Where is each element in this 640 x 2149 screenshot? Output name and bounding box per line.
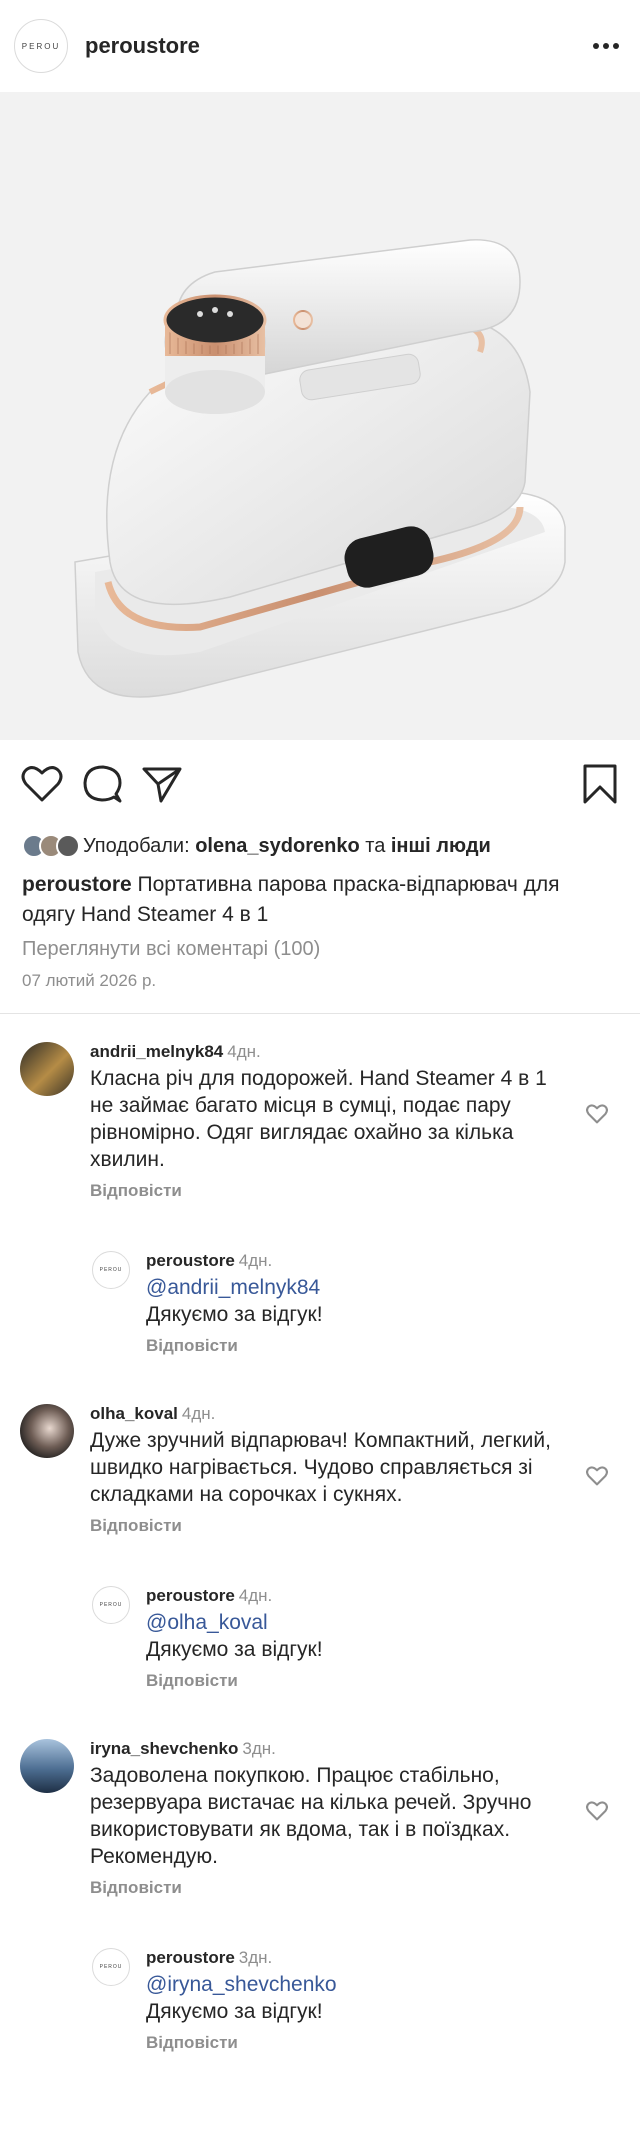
comment: andrii_melnyk84 4дн. Класна річ для подор… (0, 1042, 640, 1201)
comment-time: 4дн. (238, 1586, 273, 1605)
post-date: 07 лютий 2026 р. (22, 971, 157, 990)
heart-icon[interactable] (20, 762, 64, 806)
steamer-illustration (74, 239, 566, 698)
comment-bubble-icon[interactable] (80, 762, 124, 806)
liker-avatars[interactable] (22, 834, 80, 858)
heart-icon[interactable] (586, 1466, 610, 1490)
avatar (56, 834, 80, 858)
comment-time: 4дн. (181, 1404, 216, 1423)
store-avatar[interactable]: PEROU (92, 1251, 130, 1289)
mention-link[interactable]: @andrii_melnyk84 (146, 1276, 320, 1299)
heart-icon[interactable] (586, 1104, 610, 1128)
comment-text: @iryna_shevchenko Дякуємо за відгук! (146, 1971, 570, 2025)
mention-link[interactable]: @iryna_shevchenko (146, 1973, 337, 1996)
comment-username[interactable]: peroustore (146, 1948, 235, 1967)
comment-time: 3дн. (242, 1739, 276, 1758)
post-actions (0, 740, 640, 828)
comment-time: 3дн. (238, 1948, 273, 1967)
likes-conjunction: та (359, 834, 391, 857)
view-all-comments-link[interactable]: Переглянути всі коментарі (100) (0, 930, 640, 961)
comment-text: Задоволена покупкою. Працює стабільно, р… (90, 1764, 532, 1868)
reply-text: Дякуємо за відгук! (146, 2000, 323, 2023)
reply-button[interactable]: Відповісти (146, 2033, 238, 2053)
reply-button[interactable]: Відповісти (90, 1878, 182, 1898)
reply-comment: PEROU peroustore 3дн. @iryna_shevchenko Дя… (0, 1948, 640, 2053)
comment-username[interactable]: iryna_shevchenko (90, 1739, 238, 1758)
mention-link[interactable]: @olha_koval (146, 1611, 268, 1634)
comment-text: Класна річ для подорожей. Hand Steamer 4… (90, 1067, 547, 1171)
post-header: PEROU peroustore (0, 0, 640, 92)
comment-text: @andrii_melnyk84 Дякуємо за відгук! (146, 1274, 570, 1328)
reply-text: Дякуємо за відгук! (146, 1303, 323, 1326)
likes-summary: Уподобали: olena_sydorenko та інші люди (0, 828, 640, 864)
likes-prefix: Уподобали: (83, 834, 196, 857)
likes-others-link[interactable]: інші люди (391, 835, 491, 857)
reply-button[interactable]: Відповісти (146, 1336, 238, 1356)
paper-plane-icon[interactable] (140, 762, 184, 806)
reply-button[interactable]: Відповісти (90, 1181, 182, 1201)
store-avatar[interactable]: PEROU (92, 1586, 130, 1624)
reply-text: Дякуємо за відгук! (146, 1638, 323, 1661)
divider (0, 1013, 640, 1014)
store-avatar[interactable]: PEROU (14, 19, 68, 73)
post-image[interactable] (0, 92, 640, 740)
comment: iryna_shevchenko 3дн. Задоволена покупкою… (0, 1739, 640, 1898)
comment-text: Дуже зручний відпарювач! Компактний, лег… (90, 1429, 551, 1506)
comment-time: 4дн. (227, 1042, 261, 1061)
comment: olha_koval 4дн. Дуже зручний відпарювач! … (0, 1404, 640, 1536)
store-username[interactable]: peroustore (85, 33, 590, 59)
comment-username[interactable]: andrii_melnyk84 (90, 1042, 223, 1061)
avatar[interactable] (20, 1739, 74, 1793)
more-dots-icon[interactable] (590, 30, 622, 62)
heart-icon[interactable] (586, 1801, 610, 1825)
reply-button[interactable]: Відповісти (90, 1516, 182, 1536)
bookmark-icon[interactable] (578, 762, 622, 806)
reply-comment: PEROU peroustore 4дн. @olha_koval Дякуємо … (0, 1586, 640, 1691)
likes-text: Уподобали: olena_sydorenko та інші люди (83, 835, 491, 858)
store-avatar[interactable]: PEROU (92, 1948, 130, 1986)
avatar[interactable] (20, 1042, 74, 1096)
liker-username[interactable]: olena_sydorenko (195, 835, 360, 857)
comment-time: 4дн. (238, 1251, 273, 1270)
reply-comment: PEROU peroustore 4дн. @andrii_melnyk84 Дяк… (0, 1251, 640, 1356)
post-caption: peroustore Портативна парова праска-відп… (0, 864, 640, 930)
reply-button[interactable]: Відповісти (146, 1671, 238, 1691)
comment-username[interactable]: peroustore (146, 1251, 235, 1270)
avatar[interactable] (20, 1404, 74, 1458)
caption-username[interactable]: peroustore (22, 873, 132, 896)
comment-username[interactable]: peroustore (146, 1586, 235, 1605)
comment-text: @olha_koval Дякуємо за відгук! (146, 1609, 570, 1663)
comment-username[interactable]: olha_koval (90, 1404, 178, 1423)
